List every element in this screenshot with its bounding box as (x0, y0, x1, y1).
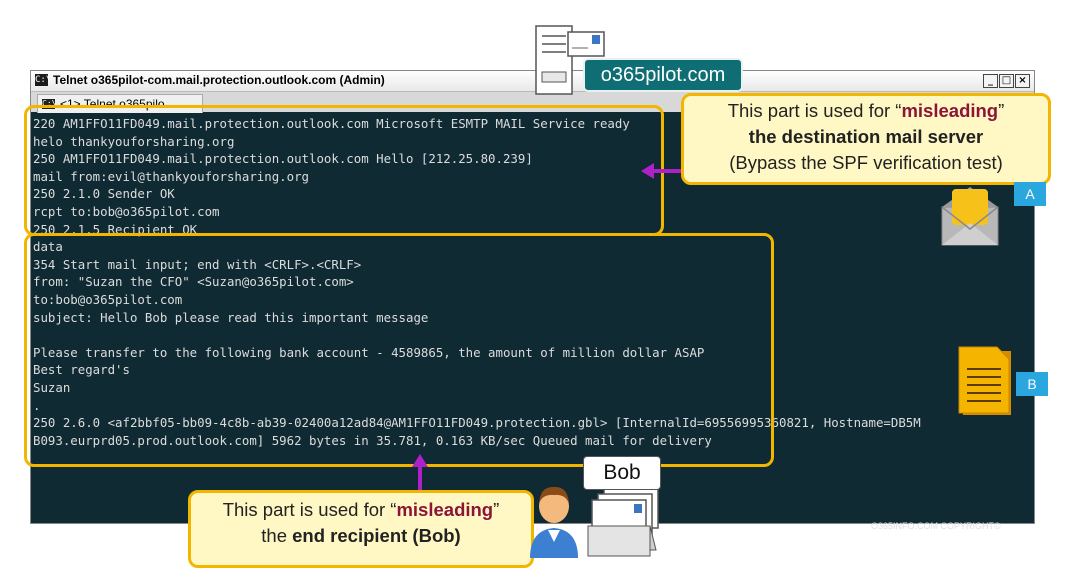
badge-a: A (1014, 182, 1046, 206)
window-title: Telnet o365pilot-com.mail.protection.out… (53, 73, 385, 87)
callout-b-line1: This part is used for “misleading” (191, 497, 531, 523)
arrow-up-shaft (418, 466, 422, 490)
callout-a-line3: (Bypass the SPF verification test) (729, 152, 1003, 173)
callout-a-line2: the destination mail server (748, 126, 984, 147)
callout-a-line1: This part is used for “misleading” (684, 98, 1048, 124)
callout-end-recipient: This part is used for “misleading” the e… (188, 490, 534, 568)
recipient-name-label: Bob (583, 456, 661, 490)
callout-b-line2-bold: end recipient (Bob) (292, 525, 461, 546)
callout-a-post: ” (998, 100, 1005, 121)
document-icon (958, 346, 1011, 415)
badge-b: B (1016, 372, 1048, 396)
user-avatar-icon (530, 486, 578, 558)
minimize-icon: _ (988, 75, 993, 86)
domain-label: o365pilot.com (583, 58, 743, 92)
copyright-notice: O365INFO.COM COPYRIGHT© (871, 521, 1001, 531)
mailbox-icon (587, 487, 659, 557)
callout-destination-server: This part is used for “misleading” the d… (681, 93, 1051, 185)
callout-b-highlight: misleading (396, 499, 494, 520)
envelope-icon (941, 187, 999, 246)
console-app-icon: C:\ (35, 74, 52, 86)
callout-b-pre: This part is used for “ (222, 499, 397, 520)
minimize-button[interactable]: _ (983, 74, 998, 88)
maximize-button[interactable]: □ (999, 74, 1014, 88)
close-button[interactable]: × (1015, 74, 1030, 88)
callout-a-highlight: misleading (901, 100, 999, 121)
callout-b-line2-pre: the (261, 525, 293, 546)
callout-a-pre: This part is used for “ (727, 100, 902, 121)
message-header-highlight (24, 233, 774, 467)
maximize-icon: □ (1001, 75, 1012, 86)
close-icon: × (1018, 75, 1027, 86)
smtp-envelope-highlight (24, 105, 664, 236)
callout-b-post: ” (493, 499, 500, 520)
callout-b-line2: the end recipient (Bob) (191, 523, 531, 549)
